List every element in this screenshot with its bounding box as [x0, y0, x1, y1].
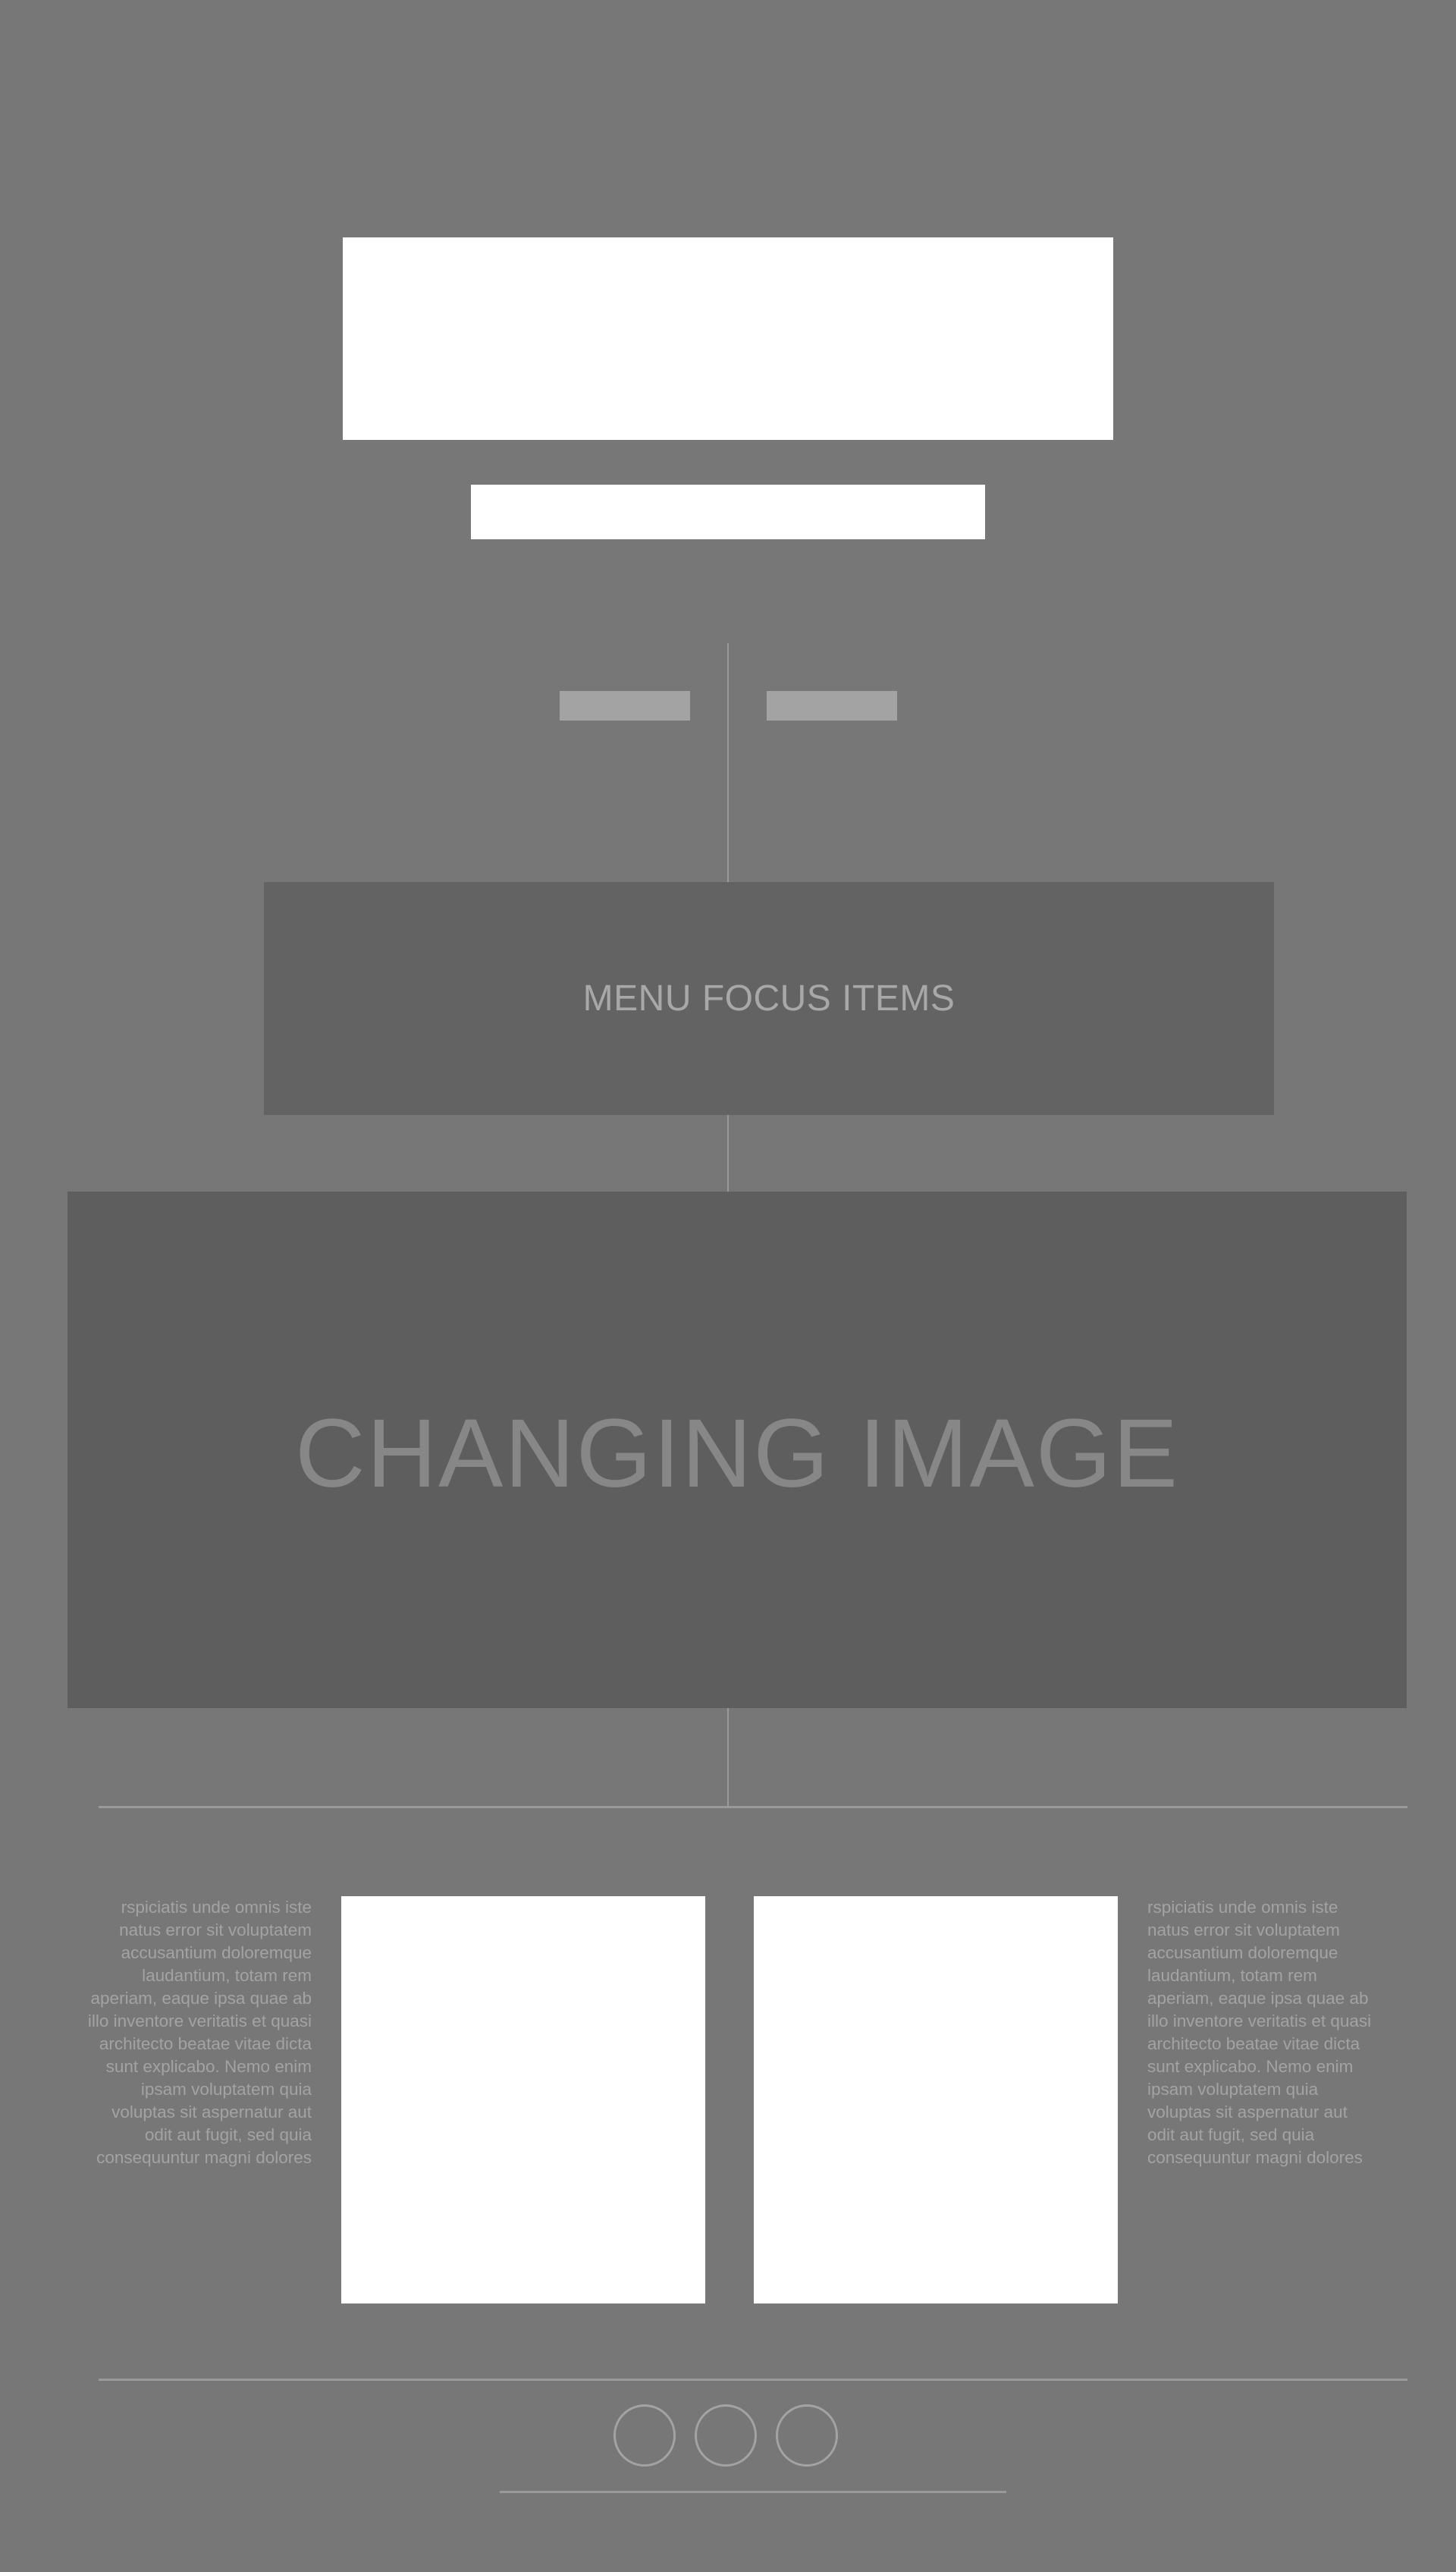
- connector-line-middle: [727, 1115, 729, 1192]
- hero-image-label: CHANGING IMAGE: [295, 1399, 1179, 1508]
- connector-line-bottom: [727, 1708, 729, 1807]
- social-circle-icon-2[interactable]: [695, 2404, 757, 2467]
- section-divider-bottom: [99, 2379, 1407, 2381]
- connector-line-top: [727, 643, 729, 882]
- social-circle-icon-3[interactable]: [776, 2404, 838, 2467]
- menu-focus-panel[interactable]: MENU FOCUS ITEMS: [264, 882, 1274, 1115]
- tagline-placeholder: [471, 485, 985, 539]
- logo-placeholder: [343, 237, 1113, 440]
- menu-focus-label: MENU FOCUS ITEMS: [582, 978, 956, 1019]
- section-divider-top: [99, 1806, 1407, 1808]
- social-circle-icon-1[interactable]: [613, 2404, 676, 2467]
- nav-button-left[interactable]: [560, 691, 690, 721]
- feature-text-right: rspiciatis unde omnis iste natus error s…: [1147, 1898, 1372, 2167]
- nav-button-right[interactable]: [767, 691, 897, 721]
- hero-image-panel: CHANGING IMAGE: [67, 1192, 1407, 1708]
- footer-line: [500, 2491, 1006, 2493]
- feature-image-left[interactable]: [341, 1896, 705, 2303]
- feature-text-left: rspiciatis unde omnis iste natus error s…: [87, 1898, 312, 2167]
- feature-image-right[interactable]: [754, 1896, 1118, 2303]
